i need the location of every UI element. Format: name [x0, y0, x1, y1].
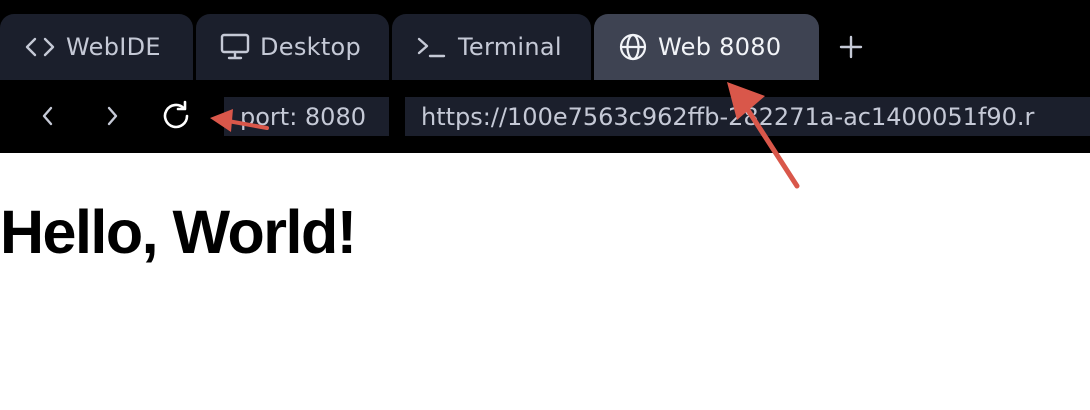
page-heading: Hello, World! [0, 198, 357, 266]
reload-icon [163, 100, 189, 129]
add-tab-button[interactable] [834, 30, 868, 64]
tab-webide[interactable]: WebIDE [0, 14, 193, 80]
chevron-left-icon [42, 106, 53, 126]
tab-label: Web 8080 [658, 33, 782, 61]
monitor-icon [220, 33, 250, 61]
code-icon [24, 35, 56, 59]
terminal-icon [416, 35, 448, 59]
tab-bar: WebIDE Desktop Terminal Web 8080 [0, 0, 1090, 80]
port-label: port: 8080 [224, 97, 389, 136]
tab-label: Terminal [458, 33, 562, 61]
web-content: Hello, World! [0, 153, 1090, 410]
tab-desktop[interactable]: Desktop [196, 14, 389, 80]
nav-bar: port: 8080 https://100e7563c962ffb-28227… [0, 80, 1090, 153]
plus-icon [839, 35, 863, 59]
reload-button[interactable] [158, 98, 194, 134]
tab-terminal[interactable]: Terminal [392, 14, 591, 80]
back-button[interactable] [30, 98, 66, 134]
tab-label: Desktop [260, 33, 362, 61]
url-field[interactable]: https://100e7563c962ffb-282271a-ac140005… [405, 97, 1090, 136]
forward-button[interactable] [94, 98, 130, 134]
tab-web-8080[interactable]: Web 8080 [594, 14, 819, 80]
globe-icon [618, 32, 648, 62]
chevron-right-icon [107, 106, 118, 126]
tab-label: WebIDE [66, 33, 161, 61]
